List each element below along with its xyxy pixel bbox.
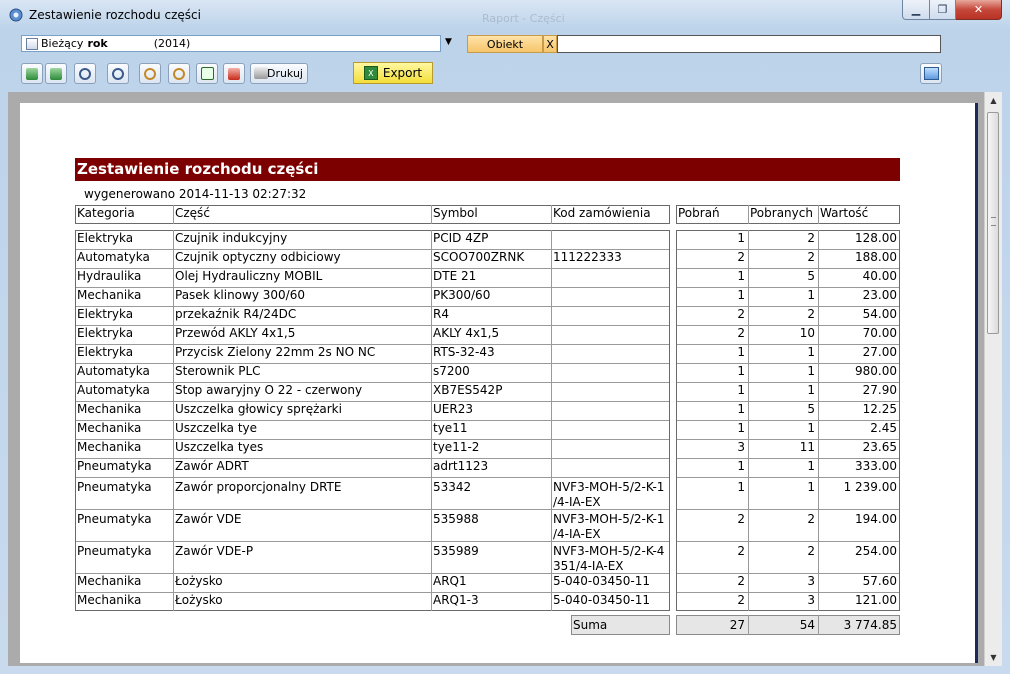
table-body-box (676, 230, 900, 611)
column-divider (431, 230, 432, 611)
period-year: (2014) (153, 37, 191, 50)
export-label: Export (382, 66, 423, 80)
scroll-down-icon[interactable]: ▼ (985, 649, 1002, 666)
next-page-icon (50, 67, 62, 80)
zoom-out-icon (144, 67, 156, 80)
minimize-icon: ▁ (911, 3, 921, 16)
pdf-icon (228, 67, 240, 80)
title-bar[interactable]: Zestawienie rozchodu części Raport - Czę… (0, 0, 1010, 30)
zoom-in-icon (173, 67, 185, 80)
vertical-scrollbar[interactable]: ▲ ▼ (984, 92, 1002, 666)
obiekt-button[interactable]: Obiekt (467, 35, 543, 53)
grip-icon (991, 217, 996, 226)
column-divider (431, 205, 432, 224)
sum-pobranych: 54 (799, 618, 815, 632)
window-title: Zestawienie rozchodu części (29, 8, 201, 22)
background-window-title: Raport - Części (482, 12, 565, 25)
column-header: Kategoria (77, 206, 135, 220)
table-body-box (75, 230, 670, 611)
excel-icon: X (363, 66, 378, 80)
close-icon: ✕ (973, 3, 984, 16)
page-setup-button[interactable] (196, 63, 218, 84)
close-button[interactable]: ✕ (956, 0, 1002, 20)
print-label: Drukuj (266, 67, 303, 80)
maximize-button[interactable]: ❐ (930, 0, 956, 20)
magnifier-icon (79, 67, 91, 80)
column-divider (818, 230, 819, 611)
report-viewer: Zestawienie rozchodu części wygenerowano… (8, 92, 1002, 666)
layout-button[interactable] (920, 63, 942, 84)
app-window: Zestawienie rozchodu części Raport - Czę… (0, 0, 1010, 674)
pdf-button[interactable] (223, 63, 245, 84)
column-header: Część (175, 206, 210, 220)
column-divider (551, 205, 552, 224)
period-prefix: Bieżący (41, 37, 84, 50)
print-button[interactable]: Drukuj (250, 63, 308, 84)
minimize-button[interactable]: ▁ (902, 0, 930, 20)
column-header: Wartość (820, 206, 869, 220)
sum-pobran: 27 (729, 618, 745, 632)
restore-icon: ❐ (937, 3, 948, 16)
first-page-icon (26, 67, 38, 80)
column-divider (818, 205, 819, 224)
period-select[interactable]: Bieżący rok (2014) (21, 35, 441, 52)
chevron-down-icon[interactable]: ▼ (445, 37, 452, 47)
checkbox-icon (200, 67, 214, 80)
generated-timestamp: wygenerowano 2014-11-13 02:27:32 (84, 187, 307, 201)
zoom-out-button[interactable] (139, 63, 161, 84)
printer-icon (254, 67, 268, 79)
zoom-width-icon (112, 67, 124, 80)
first-page-button[interactable] (21, 63, 43, 84)
scroll-thumb[interactable] (987, 112, 999, 334)
calendar-icon (26, 37, 38, 50)
export-button[interactable]: X Export (353, 62, 433, 84)
column-divider (173, 230, 174, 611)
zoom-in-button[interactable] (168, 63, 190, 84)
period-unit: rok (87, 37, 108, 50)
column-divider (748, 205, 749, 224)
scroll-up-icon[interactable]: ▲ (985, 92, 1002, 109)
window-layout-icon (923, 67, 939, 80)
zoom-width-button[interactable] (107, 63, 129, 84)
next-page-button[interactable] (45, 63, 67, 84)
column-divider (173, 205, 174, 224)
column-divider (748, 230, 749, 611)
clear-obiekt-button[interactable]: X (543, 35, 557, 53)
report-page: Zestawienie rozchodu części wygenerowano… (20, 103, 978, 663)
window-controls: ▁ ❐ ✕ (902, 0, 1002, 20)
column-header: Pobranych (750, 206, 813, 220)
sum-label: Suma (573, 618, 608, 632)
app-gear-icon (9, 8, 23, 22)
column-header: Kod zamówienia (553, 206, 651, 220)
zoom-page-button[interactable] (74, 63, 96, 84)
column-header: Symbol (433, 206, 478, 220)
sum-wartosc: 3 774.85 (843, 618, 897, 632)
obiekt-field[interactable] (557, 35, 941, 53)
column-header: Pobrań (678, 206, 720, 220)
column-divider (551, 230, 552, 611)
report-title: Zestawienie rozchodu części (75, 158, 900, 181)
